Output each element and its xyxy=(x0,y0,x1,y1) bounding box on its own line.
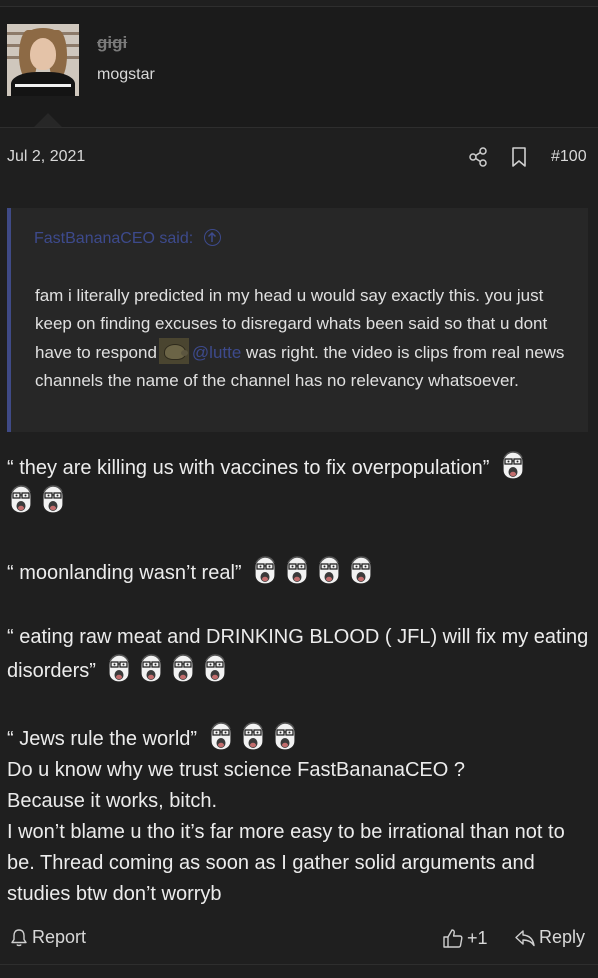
report-label: Report xyxy=(32,927,87,947)
post-body: “ they are killing us with vaccines to f… xyxy=(7,450,593,910)
wojak-emoji-icon xyxy=(169,653,197,683)
wojak-emoji-icon xyxy=(271,721,299,751)
reply-icon xyxy=(515,929,535,946)
bookmark-icon[interactable] xyxy=(510,146,528,168)
like-count: +1 xyxy=(467,927,488,948)
post-text-1: “ they are killing us with vaccines to f… xyxy=(7,457,490,479)
post-text-2: “ moonlanding wasn’t real” xyxy=(7,562,242,584)
wojak-emoji-icon xyxy=(283,555,311,585)
wojak-emoji-icon xyxy=(347,555,375,585)
wojak-emoji-icon xyxy=(251,555,279,585)
arrow-up-icon[interactable] xyxy=(203,229,221,246)
user-caret xyxy=(34,113,62,127)
user-header xyxy=(0,7,598,127)
wojak-emoji-icon xyxy=(201,653,229,683)
user-title: mogstar xyxy=(97,66,155,83)
post-text-3: “ eating raw meat and DRINKING BLOOD ( J… xyxy=(7,626,589,682)
post-text-4: “ Jews rule the world” xyxy=(7,728,198,750)
post-line-3: “ eating raw meat and DRINKING BLOOD ( J… xyxy=(7,622,593,687)
wojak-emoji-icon xyxy=(137,653,165,683)
post-line-2: “ moonlanding wasn’t real” xyxy=(7,555,593,589)
footer-divider xyxy=(0,964,598,965)
quote-author[interactable]: FastBananaCEO said: xyxy=(34,230,193,247)
wojak-emoji-icon xyxy=(239,721,267,751)
username[interactable]: gigi xyxy=(97,33,127,53)
post-line-1: “ they are killing us with vaccines to f… xyxy=(7,450,593,518)
post-number-link[interactable]: #100 xyxy=(551,148,587,166)
reply-button[interactable]: Reply xyxy=(514,927,585,948)
turtle-avatar-icon xyxy=(158,338,189,364)
quote-attribution[interactable]: FastBananaCEO said: xyxy=(34,229,221,248)
avatar[interactable] xyxy=(7,24,79,96)
wojak-emoji-icon xyxy=(105,653,133,683)
like-button[interactable]: +1 xyxy=(442,927,488,949)
quote-block: FastBananaCEO said: fam i literally pred… xyxy=(7,208,588,432)
wojak-emoji-icon xyxy=(207,721,235,751)
bell-icon xyxy=(11,928,27,946)
post-date[interactable]: Jul 2, 2021 xyxy=(7,148,85,166)
thumbs-up-icon xyxy=(443,929,463,948)
reply-label: Reply xyxy=(539,927,586,947)
share-icon[interactable] xyxy=(467,146,489,168)
post-line-6: Because it works, bitch. xyxy=(7,790,218,812)
wojak-emoji-icon xyxy=(499,450,527,480)
wojak-emoji-icon xyxy=(7,484,35,514)
wojak-emoji-icon xyxy=(315,555,343,585)
quote-text: fam i literally predicted in my head u w… xyxy=(35,282,580,395)
wojak-emoji-icon xyxy=(39,484,67,514)
user-mention[interactable]: @lutte xyxy=(192,343,241,362)
report-button[interactable]: Report xyxy=(10,927,86,948)
header-divider xyxy=(0,127,598,128)
post-line-4: “ Jews rule the world” xyxy=(7,721,593,755)
post-line-7: I won’t blame u tho it’s far more easy t… xyxy=(7,821,565,905)
post-line-5: Do u know why we trust science FastBanan… xyxy=(7,759,465,781)
